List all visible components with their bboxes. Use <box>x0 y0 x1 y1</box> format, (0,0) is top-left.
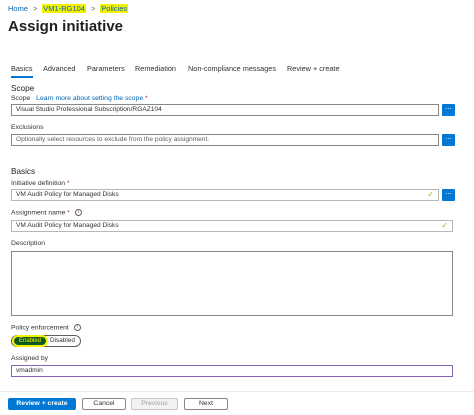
required-marker: * <box>145 95 148 102</box>
cancel-button[interactable]: Cancel <box>82 398 126 410</box>
breadcrumb-policies[interactable]: Policies <box>100 4 129 13</box>
chevron-right-icon: > <box>33 6 38 13</box>
next-button[interactable]: Next <box>184 398 228 410</box>
tab-advanced[interactable]: Advanced <box>43 64 75 73</box>
previous-button[interactable]: Previous <box>131 398 178 410</box>
checkmark-icon: ✓ <box>441 221 448 230</box>
policy-enforcement-toggle[interactable]: Enabled Disabled <box>11 335 81 347</box>
page-title: Assign initiative <box>8 18 124 35</box>
initiative-definition-field[interactable]: VM Audit Policy for Managed Disks ✓ <box>11 189 439 201</box>
initiative-label-row: Initiative definition * <box>11 180 70 187</box>
assignment-name-label: Assignment name <box>11 209 66 217</box>
assignment-name-field[interactable]: VM Audit Policy for Managed Disks ✓ <box>11 220 453 232</box>
scope-field[interactable]: Visual Studio Professional Subscription/… <box>11 104 439 116</box>
breadcrumb-home[interactable]: Home <box>8 4 28 13</box>
enforcement-enabled-option[interactable]: Enabled <box>12 335 48 347</box>
info-icon[interactable]: i <box>74 209 82 216</box>
initiative-label: Initiative definition <box>11 180 66 187</box>
more-options-icon[interactable]: ... <box>108 22 119 32</box>
breadcrumb-resource-group[interactable]: VM1-RG104 <box>42 4 86 13</box>
description-textarea[interactable] <box>11 251 453 316</box>
exclusions-field[interactable]: Optionally select resources to exclude f… <box>11 134 439 146</box>
initiative-browse-button[interactable]: ... <box>442 188 455 201</box>
basics-heading: Basics <box>11 167 36 176</box>
review-create-button[interactable]: Review + create <box>8 398 76 410</box>
policy-enforcement-label: Policy enforcement <box>11 324 69 332</box>
enforcement-label-row: Policy enforcement i <box>11 324 81 331</box>
assignment-name-value: VM Audit Policy for Managed Disks <box>16 222 119 229</box>
chevron-right-icon: > <box>91 6 96 13</box>
tab-non-compliance-messages[interactable]: Non-compliance messages <box>188 64 276 73</box>
checkmark-icon: ✓ <box>427 190 434 199</box>
scope-browse-button[interactable]: ... <box>442 103 455 116</box>
assignment-label-row: Assignment name * i <box>11 209 82 216</box>
required-marker: * <box>66 180 70 187</box>
exclusions-browse-button[interactable]: ... <box>442 133 455 146</box>
footer-divider <box>0 391 474 392</box>
scope-heading: Scope <box>11 84 35 93</box>
description-label: Description <box>11 240 45 247</box>
scope-label-row: Scope Learn more about setting the scope… <box>11 95 148 102</box>
assigned-by-label: Assigned by <box>11 355 49 362</box>
initiative-definition-value: VM Audit Policy for Managed Disks <box>16 191 119 198</box>
enforcement-disabled-option[interactable]: Disabled <box>50 337 75 345</box>
tab-basics[interactable]: Basics <box>11 64 33 78</box>
tab-remediation[interactable]: Remediation <box>135 64 176 73</box>
required-marker: * <box>67 209 70 217</box>
exclusions-label: Exclusions <box>11 124 44 131</box>
learn-more-scope-link[interactable]: Learn more about setting the scope <box>36 95 143 102</box>
info-icon[interactable]: i <box>73 324 81 331</box>
scope-label: Scope <box>11 95 31 102</box>
tab-parameters[interactable]: Parameters <box>87 64 125 73</box>
breadcrumb: Home > VM1-RG104 > Policies <box>8 4 129 13</box>
tab-review-create[interactable]: Review + create <box>287 64 340 73</box>
tab-bar: Basics Advanced Parameters Remediation N… <box>0 62 474 78</box>
assigned-by-field[interactable]: vmadmin <box>11 365 453 377</box>
